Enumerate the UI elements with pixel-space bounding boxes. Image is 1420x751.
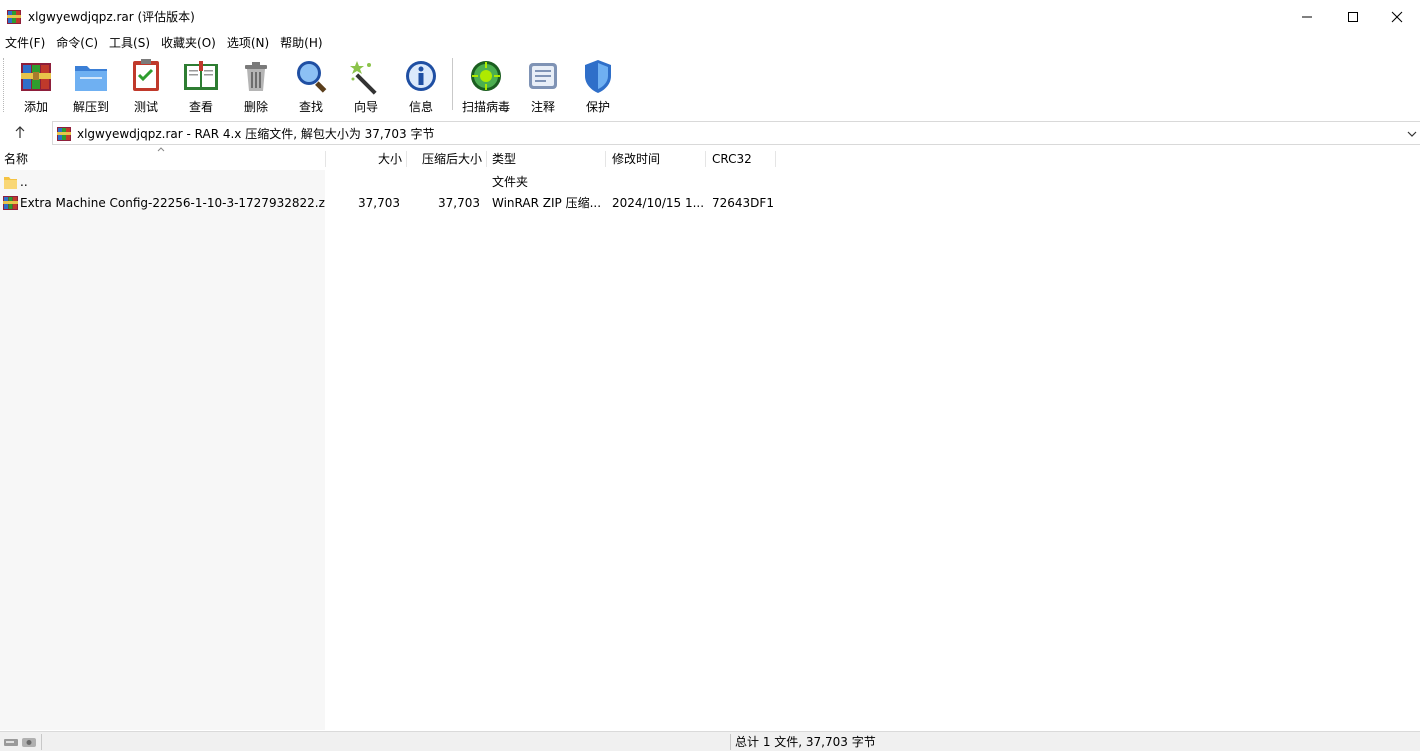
address-row: xlgwyewdjqpz.rar - RAR 4.x 压缩文件, 解包大小为 3… bbox=[0, 119, 1420, 146]
test-label: 测试 bbox=[133, 100, 158, 114]
row-packed bbox=[407, 172, 480, 193]
row-modified: 2024/10/15 1... bbox=[612, 196, 704, 210]
address-text: xlgwyewdjqpz.rar - RAR 4.x 压缩文件, 解包大小为 3… bbox=[77, 127, 435, 141]
status-separator bbox=[730, 734, 731, 750]
address-bar[interactable]: xlgwyewdjqpz.rar - RAR 4.x 压缩文件, 解包大小为 3… bbox=[52, 121, 1420, 145]
comment-label: 注释 bbox=[530, 100, 555, 114]
toolbar-grip[interactable] bbox=[3, 58, 6, 112]
minimize-icon bbox=[1302, 16, 1312, 18]
name-column-background bbox=[0, 170, 325, 730]
row-modified bbox=[612, 172, 704, 193]
window-title: xlgwyewdjqpz.rar (评估版本) bbox=[28, 10, 195, 24]
extract-to-label: 解压到 bbox=[72, 100, 109, 114]
column-divider[interactable] bbox=[775, 151, 776, 167]
maximize-button[interactable] bbox=[1330, 0, 1376, 34]
folder-icon bbox=[4, 177, 17, 189]
maximize-icon bbox=[1348, 12, 1358, 22]
find-button[interactable]: 查找 bbox=[283, 55, 339, 115]
menu-commands[interactable]: 命令(C) bbox=[51, 34, 104, 52]
column-header-modified[interactable]: 修改时间 bbox=[608, 148, 705, 170]
info-icon bbox=[406, 61, 436, 91]
delete-button[interactable]: 删除 bbox=[228, 55, 284, 115]
add-button[interactable]: 添加 bbox=[8, 55, 64, 115]
row-type: 文件夹 bbox=[492, 175, 529, 189]
shield-icon bbox=[585, 60, 611, 93]
row-name: Extra Machine Config-22256-1-10-3-172793… bbox=[20, 196, 325, 210]
folder-extract-icon bbox=[75, 66, 107, 91]
title-bar: xlgwyewdjqpz.rar (评估版本) bbox=[0, 0, 1420, 34]
menu-tools[interactable]: 工具(S) bbox=[104, 34, 156, 52]
status-summary: 总计 1 文件, 37,703 字节 bbox=[735, 735, 876, 749]
menu-favorites[interactable]: 收藏夹(O) bbox=[156, 34, 222, 52]
column-header-name[interactable]: 名称 bbox=[0, 148, 325, 170]
drive-network-icon bbox=[4, 738, 36, 747]
info-button[interactable]: 信息 bbox=[393, 55, 449, 115]
virus-scan-icon bbox=[471, 61, 501, 91]
list-row-file[interactable]: Extra Machine Config-22256-1-10-3-172793… bbox=[0, 193, 1420, 214]
column-header-packed[interactable]: 压缩后大小 bbox=[407, 148, 486, 170]
zip-archive-icon bbox=[3, 196, 18, 210]
menu-file[interactable]: 文件(F) bbox=[0, 34, 51, 52]
find-label: 查找 bbox=[298, 100, 323, 114]
status-separator bbox=[41, 734, 42, 750]
row-name: .. bbox=[20, 175, 28, 189]
info-label: 信息 bbox=[408, 100, 433, 114]
winrar-app-icon bbox=[7, 10, 21, 24]
up-one-level-button[interactable] bbox=[8, 121, 32, 143]
view-label: 查看 bbox=[188, 100, 213, 114]
toolbar: 添加 解压到 测试 查看 删除 查找 向导 信息 扫描病毒 注释 保护 bbox=[0, 52, 1420, 119]
row-crc: 72643DF1 bbox=[712, 196, 774, 210]
rar-archive-icon bbox=[57, 127, 71, 141]
menu-help[interactable]: 帮助(H) bbox=[275, 34, 328, 52]
row-crc bbox=[712, 172, 776, 193]
list-header: 名称 大小 压缩后大小 类型 修改时间 CRC32 bbox=[0, 147, 1420, 170]
protect-button[interactable]: 保护 bbox=[570, 55, 626, 115]
test-checklist-icon bbox=[133, 59, 159, 91]
protect-label: 保护 bbox=[585, 100, 610, 114]
view-book-icon bbox=[184, 61, 218, 90]
row-packed: 37,703 bbox=[438, 196, 480, 210]
row-type: WinRAR ZIP 压缩... bbox=[492, 196, 602, 210]
row-size bbox=[326, 172, 400, 193]
column-divider[interactable] bbox=[705, 151, 706, 167]
column-header-crc32[interactable]: CRC32 bbox=[708, 148, 775, 170]
virus-scan-button[interactable]: 扫描病毒 bbox=[458, 55, 514, 115]
add-archive-icon bbox=[21, 63, 51, 91]
virus-scan-label: 扫描病毒 bbox=[461, 100, 510, 114]
chevron-down-icon[interactable] bbox=[1406, 127, 1418, 141]
comment-button[interactable]: 注释 bbox=[515, 55, 571, 115]
menu-bar: 文件(F) 命令(C) 工具(S) 收藏夹(O) 选项(N) 帮助(H) bbox=[0, 34, 1420, 52]
column-divider[interactable] bbox=[605, 151, 606, 167]
wizard-label: 向导 bbox=[353, 100, 378, 114]
column-header-size[interactable]: 大小 bbox=[326, 148, 406, 170]
toolbar-separator bbox=[452, 58, 453, 110]
wizard-button[interactable]: 向导 bbox=[338, 55, 394, 115]
close-icon bbox=[1391, 11, 1403, 23]
comment-icon bbox=[529, 63, 557, 89]
arrow-up-icon bbox=[15, 126, 25, 138]
magic-wand-icon bbox=[350, 61, 377, 95]
row-size: 37,703 bbox=[358, 196, 400, 210]
status-bar: 总计 1 文件, 37,703 字节 bbox=[0, 731, 1420, 751]
menu-options[interactable]: 选项(N) bbox=[222, 34, 275, 52]
view-button[interactable]: 查看 bbox=[173, 55, 229, 115]
close-button[interactable] bbox=[1374, 0, 1420, 34]
add-label: 添加 bbox=[23, 100, 48, 114]
list-row-parent[interactable]: .. 文件夹 bbox=[0, 172, 1420, 193]
column-header-type[interactable]: 类型 bbox=[488, 148, 604, 170]
magnifier-icon bbox=[297, 61, 327, 93]
test-button[interactable]: 测试 bbox=[118, 55, 174, 115]
extract-to-button[interactable]: 解压到 bbox=[63, 55, 119, 115]
trash-icon bbox=[245, 62, 267, 91]
delete-label: 删除 bbox=[243, 100, 268, 114]
column-divider[interactable] bbox=[486, 151, 487, 167]
minimize-button[interactable] bbox=[1284, 0, 1330, 34]
